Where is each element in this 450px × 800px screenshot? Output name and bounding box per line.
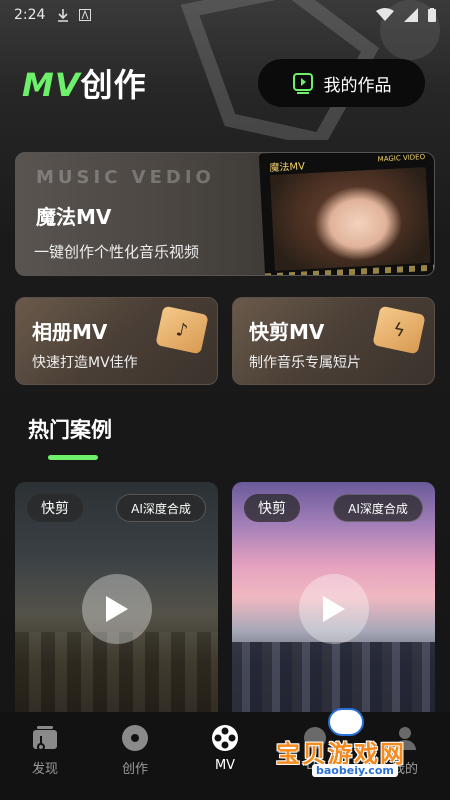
village-scene — [15, 632, 218, 722]
banner-subtitle: 一键创作个性化音乐视频 — [34, 243, 200, 261]
video-play-icon — [292, 73, 313, 94]
play-button[interactable] — [299, 574, 369, 644]
page-title: MV创作 — [22, 60, 147, 106]
nav-item-mv[interactable]: MV — [180, 712, 270, 800]
case-video-card[interactable]: 快剪 AI深度合成 — [232, 482, 435, 722]
banner-title: 魔法MV — [36, 205, 112, 229]
status-bar: 2:24 — [0, 0, 450, 30]
watermark-logo: 宝贝游戏网 baobeiy.com — [270, 706, 448, 778]
film-label: 魔法MV — [269, 161, 306, 175]
nav-label-discover: 发现 — [31, 762, 58, 777]
battery-icon — [428, 8, 436, 22]
album-mv-card[interactable]: 相册MV 快速打造MV佳作 ♪ — [15, 297, 218, 385]
discover-icon — [31, 724, 59, 752]
case-video-card[interactable]: 快剪 AI深度合成 — [15, 482, 218, 722]
download-icon — [58, 9, 69, 22]
status-time: 2:24 — [14, 7, 46, 23]
album-mv-subtitle: 快速打造MV佳作 — [32, 355, 138, 371]
album-mv-title: 相册MV — [32, 320, 108, 344]
watermark-url: baobeiy.com — [312, 764, 398, 777]
case-kind-tag: 快剪 — [27, 494, 83, 522]
mv-create-screen: 2:24 MV创作 我的作品 MUSIC VEDIO 魔法MV 一键创作个性化音… — [0, 0, 450, 800]
music-note-icon: ♪ — [155, 305, 209, 355]
wifi-icon — [376, 8, 394, 21]
film-tag: MAGIC VIDEO — [377, 152, 426, 164]
nav-label-create: 创作 — [121, 762, 148, 777]
quick-cut-mv-subtitle: 制作音乐专属短片 — [249, 355, 361, 371]
nav-item-discover[interactable]: 发现 — [0, 712, 90, 800]
magic-mv-banner[interactable]: MUSIC VEDIO 魔法MV 一键创作个性化音乐视频 魔法MV MAGIC … — [15, 152, 435, 276]
quick-cut-mv-title: 快剪MV — [249, 320, 325, 344]
gamepad-logo-icon — [328, 708, 364, 736]
film-reel-icon — [211, 724, 239, 752]
nav-item-create[interactable]: 创作 — [90, 712, 180, 800]
portrait-image — [269, 166, 431, 272]
my-works-label: 我的作品 — [323, 75, 392, 96]
section-title-hot-cases: 热门案例 — [28, 418, 112, 442]
ai-synthesis-badge: AI深度合成 — [333, 494, 423, 522]
a-icon — [79, 9, 92, 21]
disc-icon — [121, 724, 149, 752]
page-title-mv: MV — [22, 66, 81, 104]
nav-label-mv: MV — [214, 758, 236, 773]
section-underline — [48, 455, 98, 460]
page-title-text: 创作 — [80, 66, 147, 104]
play-button[interactable] — [82, 574, 152, 644]
play-icon — [106, 596, 128, 622]
play-icon — [323, 596, 345, 622]
quick-cut-mv-card[interactable]: 快剪MV 制作音乐专属短片 ϟ — [232, 297, 435, 385]
signal-icon — [404, 8, 418, 22]
lightning-icon: ϟ — [372, 305, 426, 355]
my-works-button[interactable]: 我的作品 — [258, 59, 425, 107]
banner-ghost-text: MUSIC VEDIO — [36, 167, 215, 188]
ai-synthesis-badge: AI深度合成 — [116, 494, 206, 522]
film-frame-image: 魔法MV MAGIC VIDEO — [258, 152, 434, 275]
case-kind-tag: 快剪 — [244, 494, 300, 522]
